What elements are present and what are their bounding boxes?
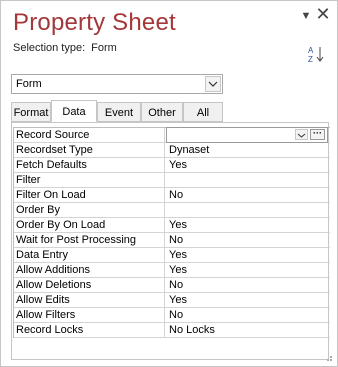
property-value[interactable] (166, 173, 328, 187)
chevron-down-icon[interactable] (295, 129, 308, 140)
property-name: Record Source (14, 128, 165, 142)
property-value[interactable]: Yes (166, 248, 328, 262)
property-name: Wait for Post Processing (14, 233, 165, 247)
tab-all[interactable]: All (183, 102, 223, 122)
svg-text:A: A (308, 46, 314, 55)
property-value[interactable]: Yes (166, 263, 328, 277)
tab-other[interactable]: Other (141, 102, 183, 122)
property-value[interactable]: Yes (166, 218, 328, 232)
property-grid: Record Source ··· Recordset Type Dynaset… (13, 127, 330, 338)
object-selector-value: Form (16, 78, 42, 90)
property-name: Filter (14, 173, 165, 187)
property-value[interactable]: No (166, 233, 328, 247)
property-sheet-panel: Property Sheet ▼ ✕ Selection type: Form A… (0, 0, 338, 367)
property-name: Data Entry (14, 248, 165, 262)
property-row-order-by-on-load[interactable]: Order By On Load Yes (14, 218, 330, 233)
property-row-record-source[interactable]: Record Source ··· (14, 127, 330, 143)
property-name: Allow Deletions (14, 278, 165, 292)
property-value[interactable]: Yes (166, 293, 328, 307)
close-icon[interactable]: ✕ (315, 5, 331, 23)
panel-title: Property Sheet (13, 9, 176, 36)
property-row-allow-deletions[interactable]: Allow Deletions No (14, 278, 330, 293)
property-row-order-by[interactable]: Order By (14, 203, 330, 218)
property-value[interactable]: No (166, 278, 328, 292)
sort-az-icon[interactable]: A Z (307, 45, 327, 63)
property-row-record-locks[interactable]: Record Locks No Locks (14, 323, 330, 338)
property-row-allow-filters[interactable]: Allow Filters No (14, 308, 330, 323)
property-value[interactable] (166, 203, 328, 217)
property-name: Recordset Type (14, 143, 165, 157)
property-name: Order By (14, 203, 165, 217)
property-row-allow-additions[interactable]: Allow Additions Yes (14, 263, 330, 278)
property-value[interactable]: Yes (166, 158, 328, 172)
property-value[interactable]: Dynaset (166, 143, 328, 157)
builder-ellipsis-button[interactable]: ··· (310, 129, 325, 140)
property-name: Allow Filters (14, 308, 165, 322)
property-name: Allow Edits (14, 293, 165, 307)
property-value[interactable]: No (166, 188, 328, 202)
property-name: Order By On Load (14, 218, 165, 232)
chevron-down-icon[interactable] (205, 76, 221, 92)
svg-text:Z: Z (308, 55, 313, 63)
property-value[interactable]: ··· (166, 127, 328, 143)
selection-type-label: Selection type: (13, 42, 86, 54)
pin-dropdown-icon[interactable]: ▼ (298, 8, 314, 24)
property-value[interactable]: No (166, 308, 328, 322)
resize-grip-icon[interactable] (323, 352, 333, 362)
property-row-data-entry[interactable]: Data Entry Yes (14, 248, 330, 263)
property-row-filter-on-load[interactable]: Filter On Load No (14, 188, 330, 203)
selection-type: Selection type: Form (13, 42, 117, 54)
property-row-allow-edits[interactable]: Allow Edits Yes (14, 293, 330, 308)
selection-type-value: Form (91, 42, 117, 54)
property-name: Record Locks (14, 323, 165, 337)
property-value[interactable]: No Locks (166, 323, 328, 337)
property-name: Fetch Defaults (14, 158, 165, 172)
tab-event[interactable]: Event (97, 102, 141, 122)
tab-data[interactable]: Data (51, 100, 97, 122)
property-row-fetch-defaults[interactable]: Fetch Defaults Yes (14, 158, 330, 173)
property-row-filter[interactable]: Filter (14, 173, 330, 188)
property-row-wait-for-post-processing[interactable]: Wait for Post Processing No (14, 233, 330, 248)
property-name: Allow Additions (14, 263, 165, 277)
property-row-recordset-type[interactable]: Recordset Type Dynaset (14, 143, 330, 158)
tab-format[interactable]: Format (11, 102, 51, 122)
object-selector-combo[interactable]: Form (11, 74, 223, 94)
property-name: Filter On Load (14, 188, 165, 202)
